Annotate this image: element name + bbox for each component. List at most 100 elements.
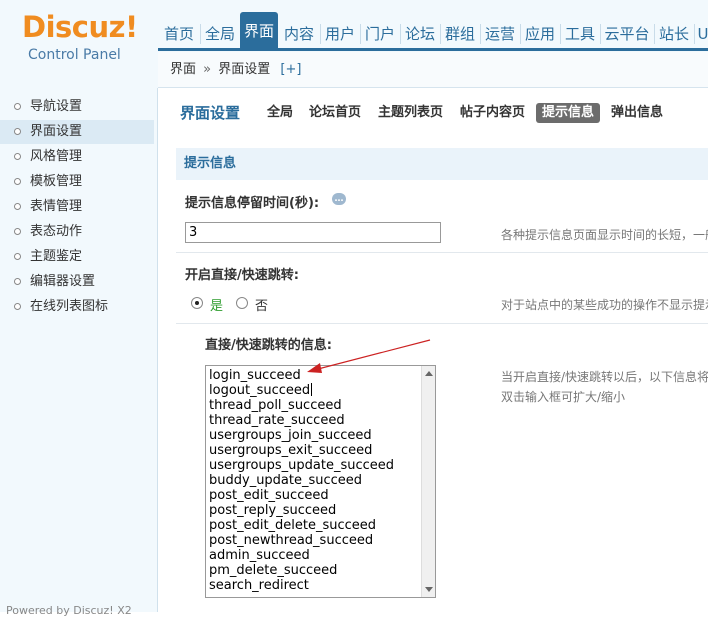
page-title: 界面设置 <box>180 104 241 122</box>
textarea-scrollbar[interactable] <box>421 366 435 597</box>
topnav-home[interactable]: 首页 <box>160 22 198 46</box>
delay-label: 提示信息停留时间(秒): <box>185 196 320 211</box>
message-line: pm_delete_succeed <box>209 563 338 578</box>
section-title: 提示信息 <box>184 156 237 171</box>
logo-subtitle: Control Panel <box>28 47 121 63</box>
tab-thread-list[interactable]: 主题列表页 <box>378 103 443 123</box>
message-line: admin_succeed <box>209 548 310 563</box>
bullet-icon <box>14 278 21 285</box>
quick-jump-no-radio[interactable] <box>236 297 248 309</box>
message-line: thread_poll_succeed <box>209 398 342 413</box>
bullet-icon <box>14 303 21 310</box>
tab-post-content[interactable]: 帖子内容页 <box>460 103 525 123</box>
topnav-tools[interactable]: 工具 <box>562 22 598 46</box>
add-shortcut-button[interactable]: [+] <box>280 62 301 77</box>
breadcrumb-current: 界面设置 <box>218 62 271 77</box>
topnav-ucenter[interactable]: U <box>696 22 708 46</box>
message-line: usergroups_exit_succeed <box>209 443 373 458</box>
sidebar-item-label: 界面设置 <box>30 124 83 139</box>
sidebar-item-style-manage[interactable]: 风格管理 <box>0 145 154 169</box>
sidebar-item-template-manage[interactable]: 模板管理 <box>0 170 154 194</box>
message-line: search_redirect <box>209 578 309 593</box>
topnav-separator <box>520 24 521 44</box>
message-line: post_edit_succeed <box>209 488 329 503</box>
delay-seconds-input[interactable] <box>185 222 441 243</box>
topnav-webmaster[interactable]: 站长 <box>656 22 692 46</box>
topnav-separator <box>600 24 601 44</box>
quick-jump-yes-radio[interactable] <box>191 297 203 309</box>
sidebar-item-label: 模板管理 <box>30 174 83 189</box>
topnav-interface[interactable]: 界面 <box>240 12 278 48</box>
topnav-global[interactable]: 全局 <box>202 22 238 46</box>
quick-jump-messages-textarea[interactable]: login_succeed logout_succeed thread_poll… <box>205 365 436 598</box>
sidebar-item-label: 表情管理 <box>30 199 83 214</box>
tab-global[interactable]: 全局 <box>267 103 293 123</box>
topnav-separator <box>480 24 481 44</box>
sidebar-item-label: 编辑器设置 <box>30 274 96 289</box>
message-line: buddy_update_succeed <box>209 473 363 488</box>
message-line: logout_succeed <box>209 383 394 398</box>
topnav-operations[interactable]: 运营 <box>482 22 518 46</box>
discuz-logo[interactable]: Discuz! Control Panel <box>22 10 162 70</box>
sidebar-item-online-list-icons[interactable]: 在线列表图标 <box>0 295 154 319</box>
topnav-separator <box>694 24 695 44</box>
tab-prompt-messages[interactable]: 提示信息 <box>536 103 601 123</box>
tab-popup-messages[interactable]: 弹出信息 <box>611 103 663 123</box>
bullet-icon <box>14 203 21 210</box>
scroll-up-icon[interactable] <box>425 371 433 376</box>
topnav-separator <box>400 24 401 44</box>
breadcrumb-root[interactable]: 界面 <box>170 62 196 77</box>
message-line: post_newthread_succeed <box>209 533 374 548</box>
sidebar-item-interface-settings[interactable]: 界面设置 <box>0 120 154 144</box>
topnav-apps[interactable]: 应用 <box>522 22 558 46</box>
bullet-icon <box>14 228 21 235</box>
sidebar-item-label: 表态动作 <box>30 224 83 239</box>
sidebar-item-label: 风格管理 <box>30 149 83 164</box>
sidebar-item-label: 主题鉴定 <box>30 249 83 264</box>
topnav-users[interactable]: 用户 <box>322 22 358 46</box>
sidebar-item-smiley-manage[interactable]: 表情管理 <box>0 195 154 219</box>
breadcrumb: 界面 » 界面设置 [+] <box>158 52 708 88</box>
quick-jump-no-label[interactable]: 否 <box>255 295 268 314</box>
topnav-separator <box>560 24 561 44</box>
bullet-icon <box>14 153 21 160</box>
sidebar-item-label: 导航设置 <box>30 99 83 114</box>
sidebar-item-nav-settings[interactable]: 导航设置 <box>0 95 154 119</box>
sidebar: 导航设置 界面设置 风格管理 模板管理 表情管理 表态动作 主题鉴定 编辑器设置… <box>0 88 158 617</box>
help-icon[interactable]: … <box>332 193 346 205</box>
message-line: usergroups_join_succeed <box>209 428 372 443</box>
topnav-portal[interactable]: 门户 <box>362 22 398 46</box>
messages-hint-2: 双击输入框可扩大/缩小 <box>501 390 626 404</box>
topnav-forum[interactable]: 论坛 <box>402 22 438 46</box>
text-caret <box>311 383 313 396</box>
topnav-cloud[interactable]: 云平台 <box>602 22 652 46</box>
bullet-icon <box>14 103 21 110</box>
powered-by-text: Powered by Discuz! X2 <box>6 604 132 617</box>
main-content: 界面设置 全局 论坛首页 主题列表页 帖子内容页 提示信息 弹出信息 提示信息 … <box>158 88 708 612</box>
row-divider <box>176 323 708 324</box>
sidebar-item-reaction-actions[interactable]: 表态动作 <box>0 220 154 244</box>
bullet-icon <box>14 178 21 185</box>
tab-forum-index[interactable]: 论坛首页 <box>309 103 361 123</box>
message-line: login_succeed <box>209 368 301 383</box>
sidebar-item-thread-stamps[interactable]: 主题鉴定 <box>0 245 154 269</box>
messages-label: 直接/快速跳转的信息: <box>205 338 332 353</box>
message-line: usergroups_update_succeed <box>209 458 395 473</box>
topnav-groups[interactable]: 群组 <box>442 22 478 46</box>
breadcrumb-separator: » <box>203 62 212 77</box>
delay-hint: 各种提示信息页面显示时间的长短，一般 <box>501 228 708 242</box>
top-navigation: 首页 全局 界面 内容 用户 门户 论坛 群组 运营 应用 工具 云平台 站长 … <box>158 12 708 51</box>
quick-jump-yes-label[interactable]: 是 <box>210 295 223 314</box>
message-line: post_edit_delete_succeed <box>209 518 377 533</box>
topnav-separator <box>320 24 321 44</box>
topnav-content[interactable]: 内容 <box>280 22 318 46</box>
row-divider <box>176 252 708 253</box>
bullet-icon <box>14 128 21 135</box>
message-line: thread_rate_succeed <box>209 413 345 428</box>
scroll-down-icon[interactable] <box>425 587 433 592</box>
sidebar-item-editor-settings[interactable]: 编辑器设置 <box>0 270 154 294</box>
logo-title: Discuz! <box>22 10 138 44</box>
textarea-content: login_succeed logout_succeed thread_poll… <box>209 368 394 593</box>
messages-hint-1: 当开启直接/快速跳转以后，以下信息将 <box>501 370 708 384</box>
message-line: post_reply_succeed <box>209 503 337 518</box>
